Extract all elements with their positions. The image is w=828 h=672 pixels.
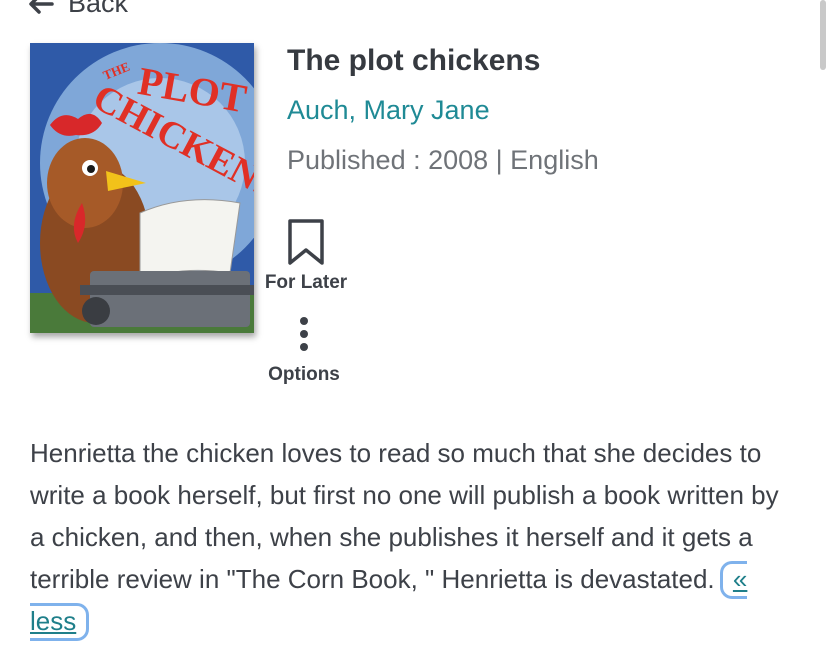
- for-later-label: For Later: [264, 272, 348, 293]
- scrollbar[interactable]: [820, 0, 826, 70]
- back-button[interactable]: Back: [28, 0, 128, 19]
- bookmark-icon: [288, 219, 324, 265]
- arrow-left-icon: [29, 0, 54, 14]
- author-link[interactable]: Auch, Mary Jane: [287, 95, 490, 126]
- back-label: Back: [68, 0, 129, 18]
- options-label: Options: [268, 364, 340, 385]
- more-vertical-icon: [300, 317, 308, 351]
- for-later-button[interactable]: For Later: [262, 218, 350, 294]
- book-description: Henrietta the chicken loves to read so m…: [30, 432, 800, 642]
- options-button[interactable]: Options: [262, 316, 346, 386]
- publication-info: Published : 2008 | English: [287, 145, 599, 175]
- book-title: The plot chickens: [287, 44, 541, 77]
- book-cover[interactable]: PLOT THE CHICKENS: [30, 43, 254, 333]
- description-text: Henrietta the chicken loves to read so m…: [30, 438, 779, 594]
- cover-illustration: PLOT THE CHICKENS: [30, 43, 254, 333]
